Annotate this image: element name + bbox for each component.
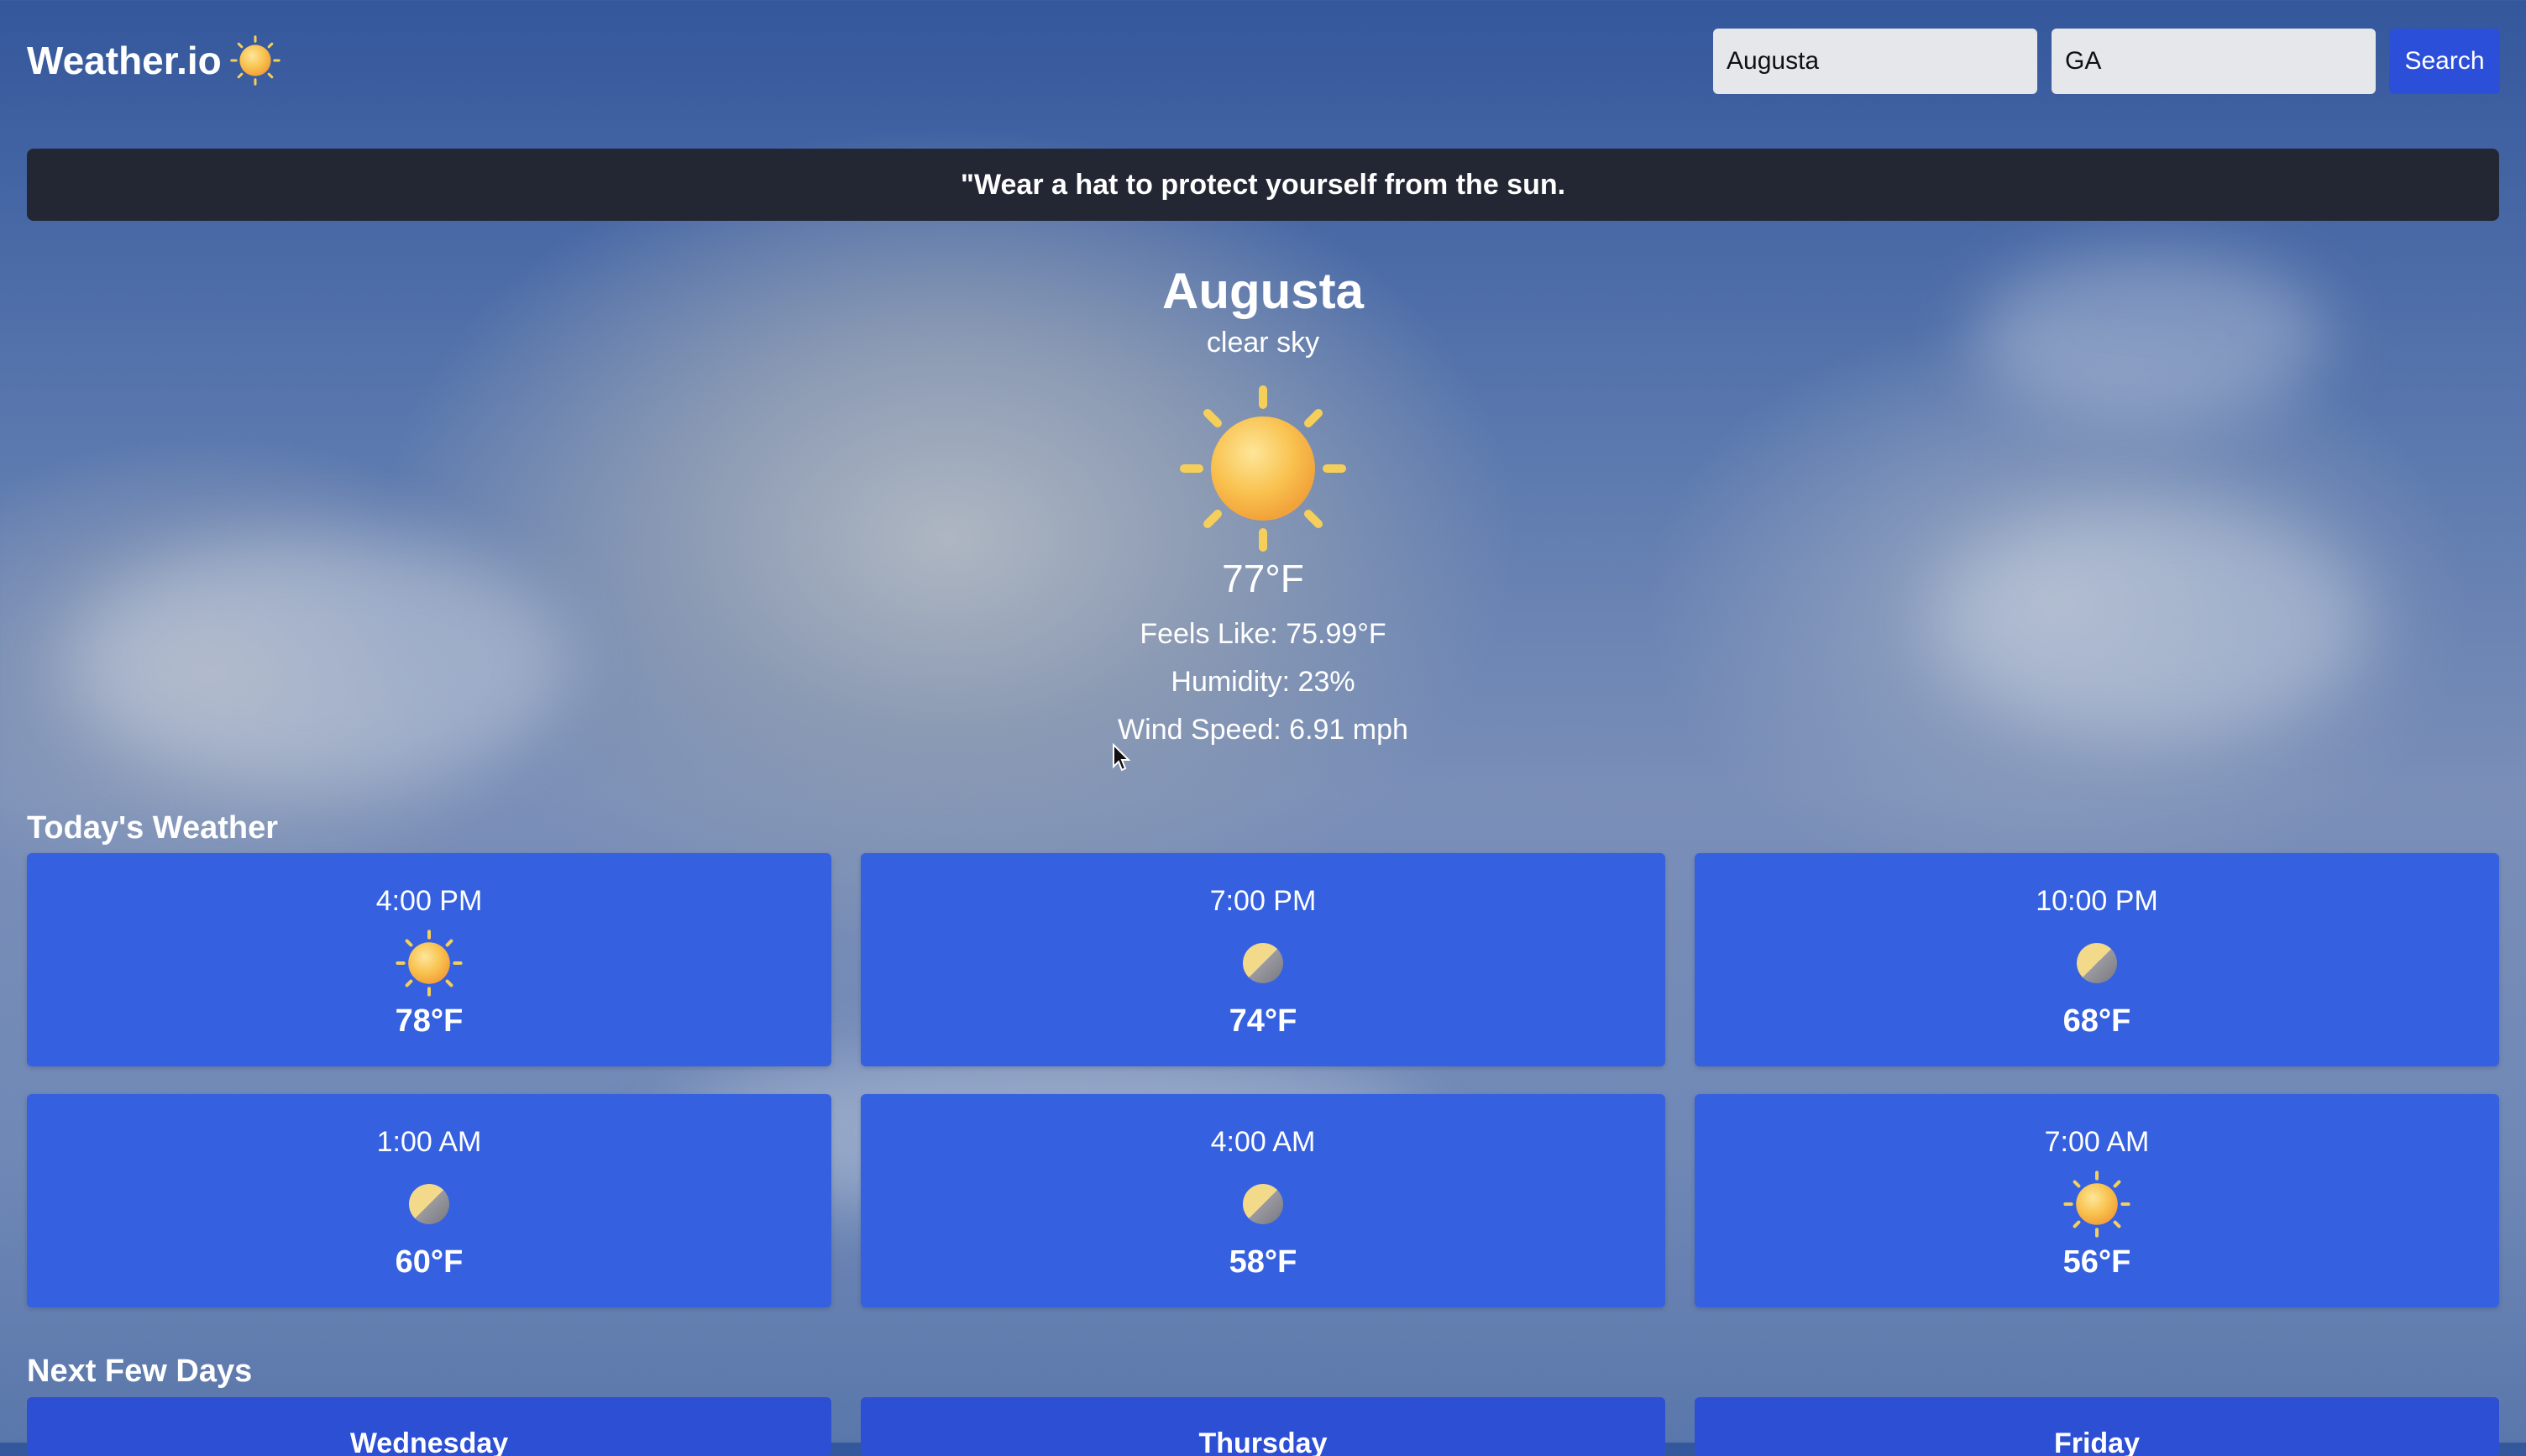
forecast-day: Thursday [1198, 1427, 1328, 1456]
mouse-cursor-icon [1113, 743, 1131, 772]
moon-icon [1229, 1171, 1297, 1238]
hourly-card: 4:00 PM 78°F [27, 853, 831, 1066]
hour-temp: 58°F [1229, 1244, 1297, 1280]
city-name: Augusta [1162, 263, 1364, 319]
forecast-day: Friday [2053, 1427, 2141, 1456]
hour-time: 1:00 AM [376, 1126, 482, 1158]
moon-icon [2063, 930, 2130, 997]
sun-icon [1179, 385, 1347, 553]
sun-icon [396, 930, 463, 997]
forecast-day-card: Thursday [861, 1397, 1665, 1456]
sun-icon [230, 35, 280, 86]
hour-temp: 60°F [395, 1244, 464, 1280]
hour-temp: 56°F [2062, 1244, 2131, 1280]
moon-icon [1229, 930, 1297, 997]
next-few-days-heading: Next Few Days [27, 1354, 253, 1389]
hour-time: 4:00 AM [1210, 1126, 1316, 1158]
hourly-card: 10:00 PM 68°F [1695, 853, 2499, 1066]
weather-condition: clear sky [1206, 327, 1320, 359]
hour-time: 4:00 PM [375, 885, 483, 917]
hour-time: 7:00 AM [2044, 1126, 2150, 1158]
tip-banner: "Wear a hat to protect yourself from the… [27, 149, 2499, 221]
feels-like: Feels Like: 75.99°F [1140, 618, 1386, 650]
state-input[interactable] [2052, 29, 2376, 94]
humidity: Humidity: 23% [1171, 666, 1355, 698]
hourly-card: 4:00 AM 58°F [861, 1094, 1665, 1307]
hourly-card: 7:00 PM 74°F [861, 853, 1665, 1066]
hour-time: 7:00 PM [1209, 885, 1317, 917]
hour-temp: 68°F [2062, 1003, 2131, 1039]
current-temp: 77°F [1222, 557, 1304, 600]
hourly-card: 7:00 AM 56°F [1695, 1094, 2499, 1307]
app-logo[interactable]: Weather.io [27, 35, 280, 86]
forecast-day: Wednesday [349, 1427, 509, 1456]
forecast-day-card: Friday [1695, 1397, 2499, 1456]
tip-text: "Wear a hat to protect yourself from the… [960, 168, 1566, 201]
forecast-day-card: Wednesday [27, 1397, 831, 1456]
hour-temp: 74°F [1229, 1003, 1297, 1039]
moon-icon [396, 1171, 463, 1238]
hour-time: 10:00 PM [2036, 885, 2158, 917]
todays-weather-heading: Today's Weather [27, 810, 279, 846]
current-weather: Augusta clear sky 77°F Feels Like: 75.99… [0, 252, 2526, 746]
sun-icon [2063, 1171, 2130, 1238]
hourly-card: 1:00 AM 60°F [27, 1094, 831, 1307]
wind-speed: Wind Speed: 6.91 mph [1118, 714, 1408, 746]
hour-temp: 78°F [395, 1003, 464, 1039]
app-title: Weather.io [27, 39, 222, 82]
city-input[interactable] [1713, 29, 2037, 94]
search-button[interactable]: Search [2389, 29, 2500, 94]
